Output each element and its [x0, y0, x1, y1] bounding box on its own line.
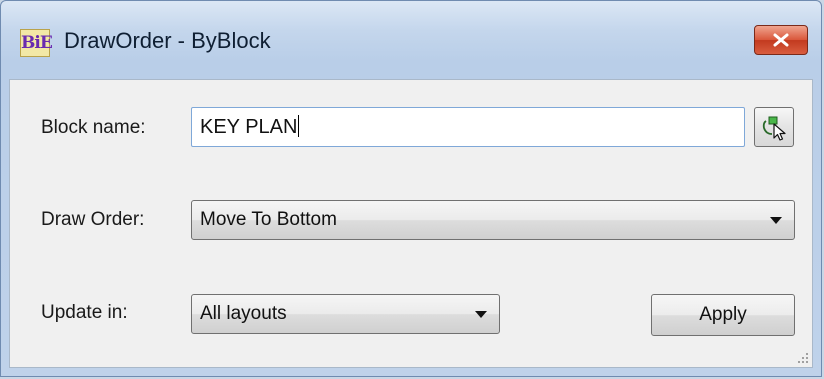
dialog-content: Block name: KEY PLAN Draw Order: Move To…	[9, 79, 813, 368]
window-title: DrawOrder - ByBlock	[64, 28, 271, 53]
chevron-down-icon	[475, 311, 487, 318]
block-name-input[interactable]: KEY PLAN	[191, 107, 745, 147]
apply-button[interactable]: Apply	[651, 294, 795, 336]
chevron-down-icon	[770, 217, 782, 224]
block-name-label: Block name:	[41, 117, 146, 138]
close-button[interactable]	[754, 25, 808, 55]
select-block-button[interactable]	[754, 107, 794, 147]
draw-order-selected: Move To Bottom	[200, 209, 337, 230]
app-icon: BiE	[20, 29, 53, 57]
update-in-selected: All layouts	[200, 303, 287, 324]
resize-grip[interactable]	[796, 351, 808, 363]
draw-order-label: Draw Order:	[41, 209, 145, 230]
draw-order-dropdown[interactable]: Move To Bottom	[191, 200, 795, 240]
update-in-label: Update in:	[41, 302, 128, 323]
close-icon	[773, 33, 789, 47]
title-bar[interactable]: BiE DrawOrder - ByBlock	[1, 1, 821, 81]
select-object-icon	[762, 116, 786, 141]
dialog-window: BiE DrawOrder - ByBlock Block name: KEY …	[0, 0, 822, 377]
text-caret	[298, 115, 300, 137]
block-name-value: KEY PLAN	[200, 116, 298, 138]
update-in-dropdown[interactable]: All layouts	[191, 294, 500, 334]
